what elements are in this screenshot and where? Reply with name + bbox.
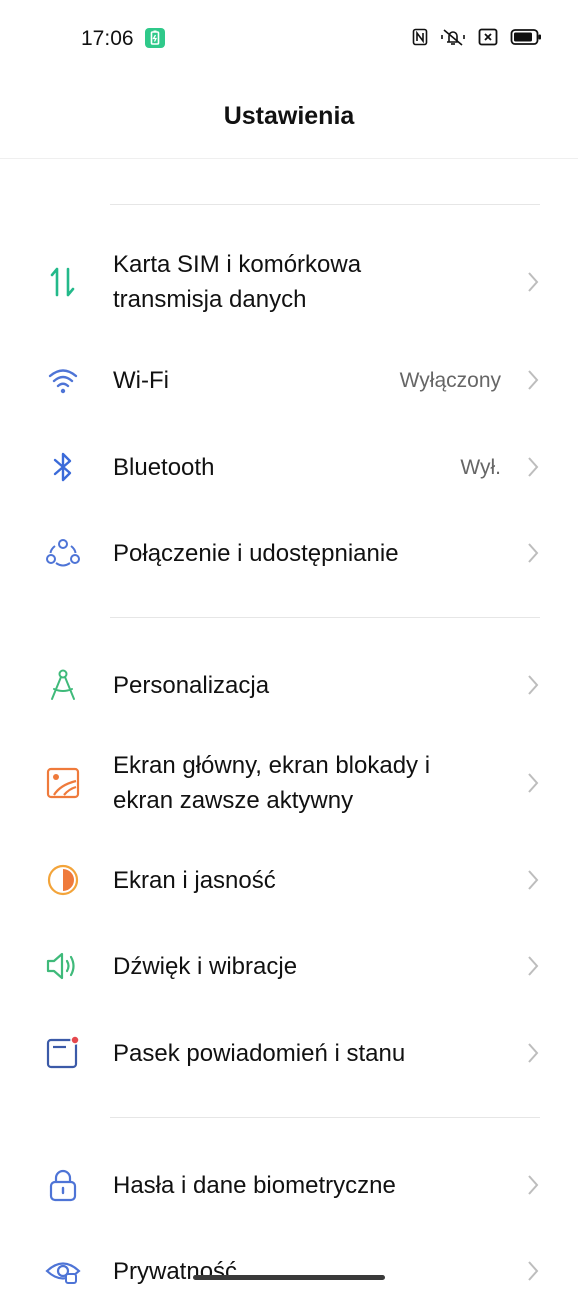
- settings-item-label: Personalizacja: [113, 672, 270, 699]
- nfc-icon: [412, 28, 428, 51]
- settings-item-privacy[interactable]: Prywatność: [0, 1252, 578, 1292]
- settings-item-connection-sharing[interactable]: Połączenie i udostępnianie: [0, 534, 578, 574]
- speaker-icon: [46, 952, 75, 980]
- chevron-right-icon: [528, 457, 539, 477]
- settings-item-sim[interactable]: Karta SIM i komórkowa transmisja danych: [0, 246, 578, 318]
- chevron-right-icon: [528, 870, 539, 890]
- wifi-status: Wyłączony: [399, 369, 501, 392]
- chevron-right-icon: [528, 1043, 539, 1063]
- chevron-right-icon: [528, 370, 539, 390]
- settings-item-bluetooth[interactable]: Bluetooth Wył.: [0, 448, 578, 488]
- wifi-icon: [48, 369, 78, 394]
- page-title: Ustawienia: [223, 102, 355, 130]
- section-divider: [110, 617, 540, 618]
- settings-item-label: ekran zawsze aktywny: [113, 787, 354, 814]
- settings-item-label: Bluetooth: [113, 454, 215, 481]
- chevron-right-icon: [528, 773, 539, 793]
- status-bar: 17:06: [0, 0, 578, 78]
- bluetooth-icon: [53, 452, 72, 482]
- section-divider: [110, 1117, 540, 1118]
- privacy-eye-icon: [45, 1262, 81, 1284]
- brightness-icon: [47, 864, 79, 896]
- chevron-right-icon: [528, 543, 539, 563]
- home-indicator[interactable]: [193, 1275, 385, 1280]
- mobile-data-icon: [50, 267, 75, 297]
- settings-item-label: Wi-Fi: [113, 367, 169, 394]
- settings-item-notifications[interactable]: Pasek powiadomień i stanu: [0, 1034, 578, 1074]
- battery-icon: [510, 28, 542, 51]
- settings-item-label: Hasła i dane biometryczne: [113, 1172, 396, 1199]
- wallpaper-icon: [46, 767, 80, 799]
- compass-icon: [51, 669, 75, 700]
- settings-item-home-screen[interactable]: Ekran główny, ekran blokady i ekran zaws…: [0, 747, 578, 819]
- no-sim-icon: [478, 28, 498, 51]
- notification-bar-icon: [46, 1035, 80, 1069]
- settings-item-label: Ekran główny, ekran blokady i: [113, 752, 431, 779]
- settings-item-display[interactable]: Ekran i jasność: [0, 861, 578, 901]
- chevron-right-icon: [528, 1261, 539, 1281]
- bluetooth-status: Wył.: [460, 456, 501, 479]
- chevron-right-icon: [528, 1175, 539, 1195]
- settings-item-personalization[interactable]: Personalizacja: [0, 666, 578, 706]
- connection-sharing-icon: [46, 539, 80, 567]
- settings-item-label: Dźwięk i wibracje: [113, 953, 298, 980]
- settings-item-label: Ekran i jasność: [113, 867, 276, 894]
- settings-item-passwords[interactable]: Hasła i dane biometryczne: [0, 1166, 578, 1206]
- status-time: 17:06: [81, 27, 134, 50]
- settings-item-label: Połączenie i udostępnianie: [113, 540, 399, 567]
- chevron-right-icon: [528, 272, 539, 292]
- lock-icon: [49, 1169, 77, 1202]
- battery-charging-icon: [145, 28, 165, 48]
- settings-item-wifi[interactable]: Wi-Fi Wyłączony: [0, 361, 578, 401]
- settings-item-label: transmisja danych: [113, 286, 307, 313]
- mute-vibrate-icon: [440, 27, 466, 52]
- section-divider: [110, 204, 540, 205]
- chevron-right-icon: [528, 956, 539, 976]
- settings-item-label: Karta SIM i komórkowa: [113, 251, 362, 278]
- settings-item-sound[interactable]: Dźwięk i wibracje: [0, 947, 578, 987]
- app-header: Ustawienia: [0, 78, 578, 159]
- settings-item-label: Pasek powiadomień i stanu: [113, 1040, 406, 1067]
- chevron-right-icon: [528, 675, 539, 695]
